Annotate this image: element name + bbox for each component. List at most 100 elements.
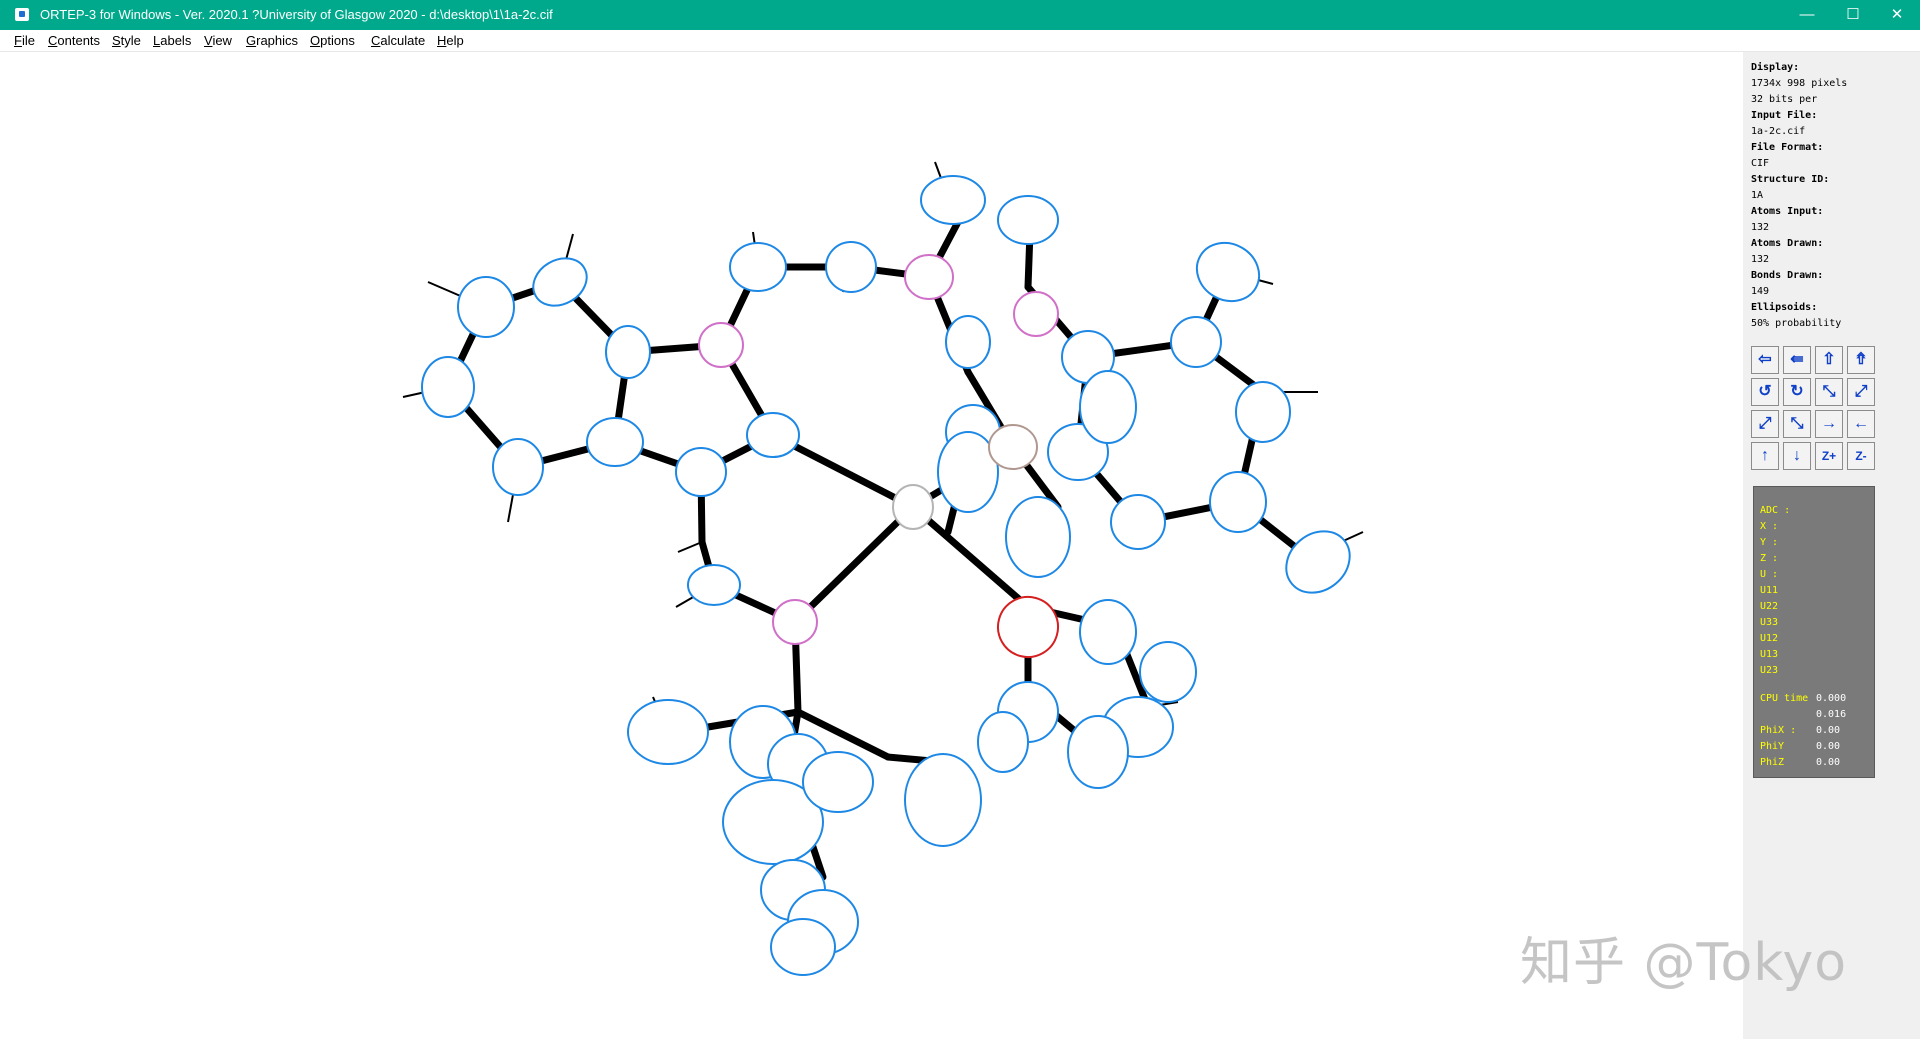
phiz-label: PhiZ xyxy=(1760,757,1785,768)
close-button[interactable]: ✕ xyxy=(1874,0,1920,30)
readout-u33: U33 xyxy=(1760,617,1779,628)
atoms-drawn-label: Atoms Drawn: xyxy=(1751,238,1824,249)
rotate-up-alt-icon[interactable]: ⇮ xyxy=(1847,346,1875,374)
maximize-button[interactable]: ☐ xyxy=(1830,0,1876,30)
menu-contents[interactable]: Contents xyxy=(48,33,100,48)
readout-y: Y : xyxy=(1760,537,1779,548)
atom-c8 xyxy=(746,412,800,458)
spin-ccw-icon[interactable]: ↺ xyxy=(1751,378,1779,406)
menu-file[interactable]: File xyxy=(14,33,35,48)
atom-c2 xyxy=(457,276,515,338)
rotate-left-alt-icon[interactable]: ⇚ xyxy=(1783,346,1811,374)
display-bits: 32 bits per xyxy=(1751,94,1818,105)
app-icon xyxy=(15,8,29,21)
minimize-button[interactable]: — xyxy=(1784,0,1830,30)
atom-c27 xyxy=(1079,599,1137,665)
phiy-label: PhiY xyxy=(1760,741,1785,752)
atom-c37 xyxy=(802,751,874,813)
atom-c17 xyxy=(1195,241,1261,303)
structure-canvas[interactable] xyxy=(8,52,1743,1039)
menu-bar: File Contents Style Labels View Graphics… xyxy=(0,30,1920,52)
atom-c18 xyxy=(1235,381,1291,443)
display-value: 1734x 998 pixels xyxy=(1751,78,1848,89)
readout-u: U : xyxy=(1760,569,1779,580)
phiy-value: 0.00 xyxy=(1816,741,1841,752)
atoms-drawn-value: 132 xyxy=(1751,254,1770,265)
z-plus-icon[interactable]: Z+ xyxy=(1815,442,1843,470)
menu-help[interactable]: Help xyxy=(437,33,464,48)
z-minus-icon[interactable]: Z- xyxy=(1847,442,1875,470)
bonds-drawn-label: Bonds Drawn: xyxy=(1751,270,1824,281)
atom-c38 xyxy=(904,753,982,847)
molecule-drawing xyxy=(402,161,1364,976)
phiz-value: 0.00 xyxy=(1816,757,1841,768)
menu-style[interactable]: Style xyxy=(112,33,141,48)
atom-c9 xyxy=(687,564,741,606)
move-right-icon[interactable]: → xyxy=(1815,410,1843,438)
phix-label: PhiX : xyxy=(1760,725,1797,736)
structure-id-value: 1A xyxy=(1751,190,1764,201)
phix-value: 0.00 xyxy=(1816,725,1841,736)
atoms-input-label: Atoms Input: xyxy=(1751,206,1824,217)
atom-metal xyxy=(892,484,934,530)
zoom-out-icon[interactable]: ⤢ xyxy=(1847,378,1875,406)
atoms-input-value: 132 xyxy=(1751,222,1770,233)
menu-calculate[interactable]: Calculate xyxy=(371,33,425,48)
zoom-in-icon[interactable]: ⤡ xyxy=(1815,378,1843,406)
atom-n3 xyxy=(904,254,954,300)
menu-options[interactable]: Options xyxy=(310,33,355,48)
bonds-drawn-value: 149 xyxy=(1751,286,1770,297)
move-down-icon[interactable]: ↓ xyxy=(1783,442,1811,470)
spin-cw-icon[interactable]: ↻ xyxy=(1783,378,1811,406)
atom-o1 xyxy=(997,596,1059,658)
readout-u11: U11 xyxy=(1760,585,1779,596)
atom-c20 xyxy=(1110,494,1166,550)
atom-c7 xyxy=(675,447,727,497)
menu-view[interactable]: View xyxy=(204,33,232,48)
info-panel: Display: 1734x 998 pixels 32 bits per In… xyxy=(1743,52,1920,1039)
input-file-label: Input File: xyxy=(1751,110,1818,121)
cpu-time-value-1: 0.000 xyxy=(1816,693,1847,704)
atom-c25 xyxy=(1005,496,1071,578)
atom-c13 xyxy=(997,195,1059,245)
input-file-value: 1a-2c.cif xyxy=(1751,126,1806,137)
atom-c28 xyxy=(1139,641,1197,703)
atom-c26 xyxy=(1079,370,1137,444)
atom-n2 xyxy=(772,599,818,645)
atom-c12 xyxy=(920,175,986,225)
readout-u22: U22 xyxy=(1760,601,1779,612)
readout-z: Z : xyxy=(1760,553,1779,564)
atom-c21 xyxy=(1285,530,1351,594)
window-title: ORTEP-3 for Windows - Ver. 2020.1 ?Unive… xyxy=(40,7,553,22)
enlarge-icon[interactable]: ⤢ xyxy=(1751,410,1779,438)
atom-c3 xyxy=(421,356,475,418)
ellipsoids-label: Ellipsoids: xyxy=(1751,302,1818,313)
rotate-up-icon[interactable]: ⇧ xyxy=(1815,346,1843,374)
atom-c31 xyxy=(1067,715,1129,789)
atom-c33 xyxy=(627,699,709,765)
ellipsoids-value: 50% probability xyxy=(1751,318,1842,329)
file-format-value: CIF xyxy=(1751,158,1770,169)
shrink-icon[interactable]: ⤡ xyxy=(1783,410,1811,438)
rotate-left-icon[interactable]: ⇦ xyxy=(1751,346,1779,374)
atom-n1 xyxy=(698,322,744,368)
atom-c32 xyxy=(977,711,1029,773)
readout-x: X : xyxy=(1760,521,1779,532)
menu-graphics[interactable]: Graphics xyxy=(246,33,298,48)
file-format-label: File Format: xyxy=(1751,142,1824,153)
move-up-icon[interactable]: ↑ xyxy=(1751,442,1779,470)
menu-labels[interactable]: Labels xyxy=(153,33,191,48)
atom-metal2 xyxy=(988,424,1038,470)
move-left-icon[interactable]: ← xyxy=(1847,410,1875,438)
cpu-time-value-2: 0.016 xyxy=(1816,709,1847,720)
atom-c14 xyxy=(945,315,991,369)
display-label: Display: xyxy=(1751,62,1800,73)
atom-c19 xyxy=(1209,471,1267,533)
cpu-time-label: CPU time xyxy=(1760,693,1809,704)
atom-c10 xyxy=(729,242,787,292)
atom-c16 xyxy=(1170,316,1222,368)
atom-n4 xyxy=(1013,291,1059,337)
atom-c5 xyxy=(586,417,644,467)
atom-c41 xyxy=(770,918,836,976)
atom-c6 xyxy=(605,325,651,379)
